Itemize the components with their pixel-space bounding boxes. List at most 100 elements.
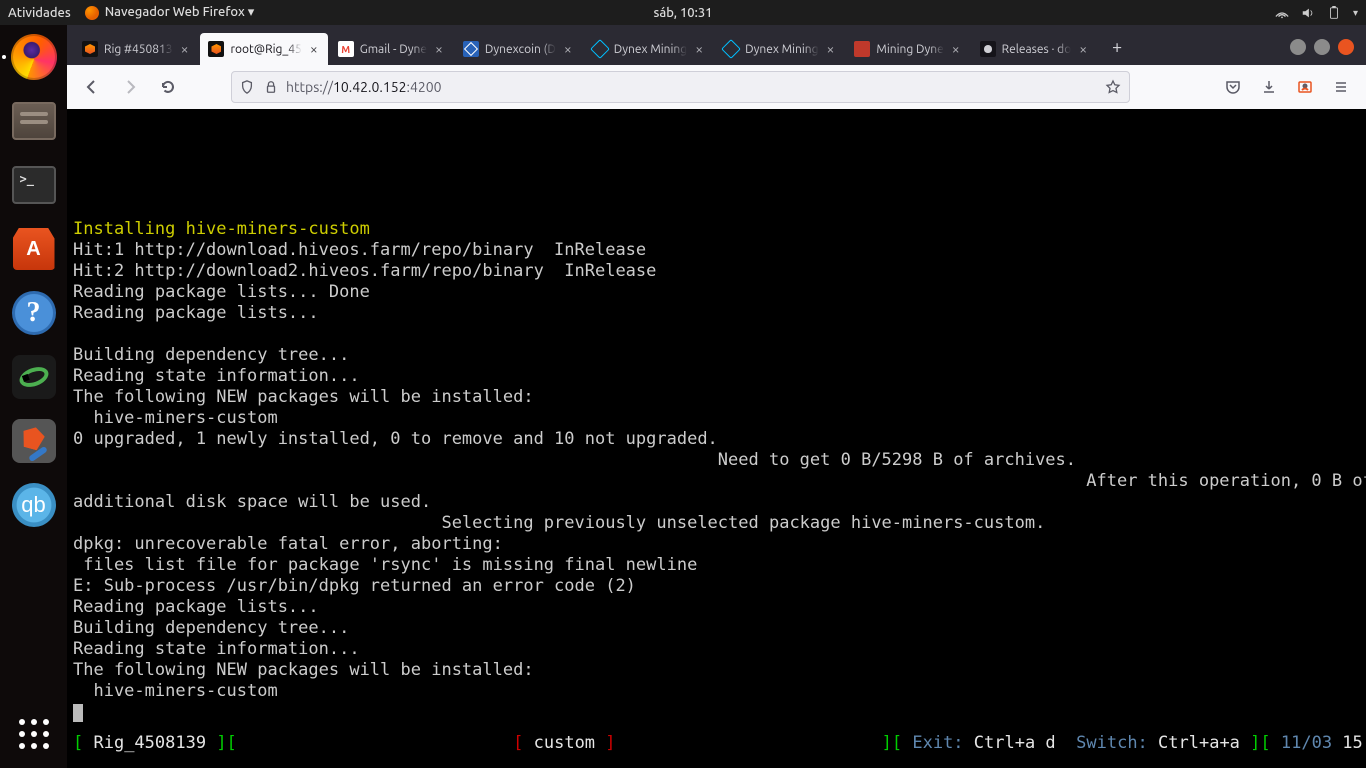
battery-icon <box>1327 6 1341 20</box>
menu-button[interactable] <box>1326 72 1356 102</box>
files-icon <box>12 102 56 140</box>
forward-button[interactable] <box>115 72 145 102</box>
tab-title: Gmail - Dyne <box>360 43 427 56</box>
gnome-top-panel: Atividades Navegador Web Firefox ▾ sáb, … <box>0 0 1366 25</box>
tab-title: Dynex Mining <box>745 43 818 56</box>
terminal-line: After this operation, 0 B of <box>73 471 1366 491</box>
new-tab-button[interactable]: + <box>1102 32 1132 62</box>
dock-qbittorrent[interactable]: qb <box>8 479 60 531</box>
tab-title: Rig #450813 <box>104 43 173 56</box>
window-controls <box>1290 39 1360 55</box>
terminal-line: The following NEW packages will be insta… <box>73 387 534 407</box>
minimize-button[interactable] <box>1290 39 1306 55</box>
terminal-line: Building dependency tree... <box>73 345 349 365</box>
tab-item[interactable]: Releases · do × <box>972 33 1097 65</box>
terminal-line: Reading state information... <box>73 639 360 659</box>
qbittorrent-icon: qb <box>12 483 56 527</box>
tab-item[interactable]: Rig #450813 × <box>74 33 198 65</box>
downloads-button[interactable] <box>1254 72 1284 102</box>
tab-item[interactable]: Mining Dyne × <box>846 33 969 65</box>
tab-close-button[interactable]: × <box>693 42 705 56</box>
tab-item[interactable]: M Gmail - Dyne × <box>330 33 453 65</box>
reload-button[interactable] <box>153 72 183 102</box>
url-text: https://10.42.0.152:4200 <box>286 79 442 95</box>
dock-firefox[interactable] <box>8 31 60 83</box>
tab-title: Releases · do <box>1002 43 1072 56</box>
tab-close-button[interactable]: × <box>1077 42 1089 56</box>
system-tray[interactable]: ▾ <box>1275 6 1358 20</box>
back-button[interactable] <box>77 72 107 102</box>
tab-item[interactable]: root@Rig_45 × <box>200 33 327 65</box>
terminal-line: additional disk space will be used. <box>73 492 431 512</box>
firefox-icon <box>11 34 57 80</box>
tab-close-button[interactable]: × <box>308 42 320 56</box>
terminal-line: Need to get 0 B/5298 B of archives. <box>73 450 1076 470</box>
dynex-favicon-icon <box>463 41 479 57</box>
tweaks-icon <box>12 419 56 463</box>
url-bar[interactable]: https://10.42.0.152:4200 <box>231 71 1130 103</box>
sync-icon <box>12 355 56 399</box>
dynex-favicon-icon <box>592 41 608 57</box>
software-icon <box>13 228 55 270</box>
close-button[interactable] <box>1338 39 1354 55</box>
ubuntu-dock: ? qb <box>0 25 67 768</box>
account-button[interactable] <box>1290 72 1320 102</box>
volume-icon <box>1301 6 1315 20</box>
tab-item[interactable]: Dynex Mining × <box>584 33 713 65</box>
tab-item[interactable]: Dynex Mining × <box>715 33 844 65</box>
terminal-line: hive-miners-custom <box>73 408 278 428</box>
terminal-line: Reading package lists... <box>73 303 319 323</box>
tab-strip: Rig #450813 × root@Rig_45 × M Gmail - Dy… <box>67 25 1366 65</box>
shield-icon <box>240 80 254 94</box>
chevron-down-icon: ▾ <box>1353 7 1358 19</box>
network-icon <box>1275 6 1289 20</box>
tab-title: root@Rig_45 <box>230 43 301 56</box>
tab-title: Dynex Mining <box>614 43 687 56</box>
dock-terminal[interactable] <box>8 159 60 211</box>
lock-icon <box>264 80 278 94</box>
terminal-line: The following NEW packages will be insta… <box>73 660 534 680</box>
terminal-install-header: Installing hive-miners-custom <box>73 219 370 239</box>
tab-title: Dynexcoin (D <box>485 43 556 56</box>
navigation-toolbar: https://10.42.0.152:4200 <box>67 65 1366 109</box>
firefox-window: Rig #450813 × root@Rig_45 × M Gmail - Dy… <box>67 25 1366 768</box>
terminal-line: 0 upgraded, 1 newly installed, 0 to remo… <box>73 429 718 449</box>
dock-help[interactable]: ? <box>8 287 60 339</box>
firefox-icon <box>85 6 99 20</box>
tab-title: Mining Dyne <box>876 43 943 56</box>
tab-close-button[interactable]: × <box>825 42 837 56</box>
pocket-button[interactable] <box>1218 72 1248 102</box>
app-menu-label: Navegador Web Firefox ▾ <box>105 5 255 20</box>
show-applications-button[interactable] <box>8 708 60 760</box>
terminal-line: Hit:1 http://download.hiveos.farm/repo/b… <box>73 240 646 260</box>
maximize-button[interactable] <box>1314 39 1330 55</box>
dock-sync[interactable] <box>8 351 60 403</box>
terminal-icon <box>12 166 56 204</box>
tmux-status-bar: [ Rig_4508139 ][ [ custom ] ][ Exit: Ctr… <box>73 733 1360 754</box>
hive-favicon-icon <box>208 41 224 57</box>
terminal-cursor <box>73 704 83 722</box>
terminal-line: E: Sub-process /usr/bin/dpkg returned an… <box>73 576 636 596</box>
tab-close-button[interactable]: × <box>950 42 962 56</box>
terminal-line: hive-miners-custom <box>73 681 278 701</box>
terminal-line: dpkg: unrecoverable fatal error, abortin… <box>73 534 503 554</box>
gmail-favicon-icon: M <box>338 41 354 57</box>
help-icon: ? <box>12 291 56 335</box>
terminal-line: Selecting previously unselected package … <box>73 513 1045 533</box>
bookmark-star-icon[interactable] <box>1105 79 1121 95</box>
terminal-line: files list file for package 'rsync' is m… <box>73 555 697 575</box>
app-menu[interactable]: Navegador Web Firefox ▾ <box>85 5 255 20</box>
tab-item[interactable]: Dynexcoin (D × <box>455 33 582 65</box>
clock[interactable]: sáb, 10:31 <box>654 6 713 20</box>
terminal-line: Building dependency tree... <box>73 618 349 638</box>
dock-files[interactable] <box>8 95 60 147</box>
tab-close-button[interactable]: × <box>433 42 445 56</box>
dock-software[interactable] <box>8 223 60 275</box>
activities-button[interactable]: Atividades <box>8 6 71 20</box>
github-favicon-icon <box>980 41 996 57</box>
terminal-output[interactable]: Installing hive-miners-custom Hit:1 http… <box>67 109 1366 768</box>
dock-tweaks[interactable] <box>8 415 60 467</box>
tab-close-button[interactable]: × <box>179 42 191 56</box>
pool-favicon-icon <box>854 41 870 57</box>
tab-close-button[interactable]: × <box>562 42 574 56</box>
